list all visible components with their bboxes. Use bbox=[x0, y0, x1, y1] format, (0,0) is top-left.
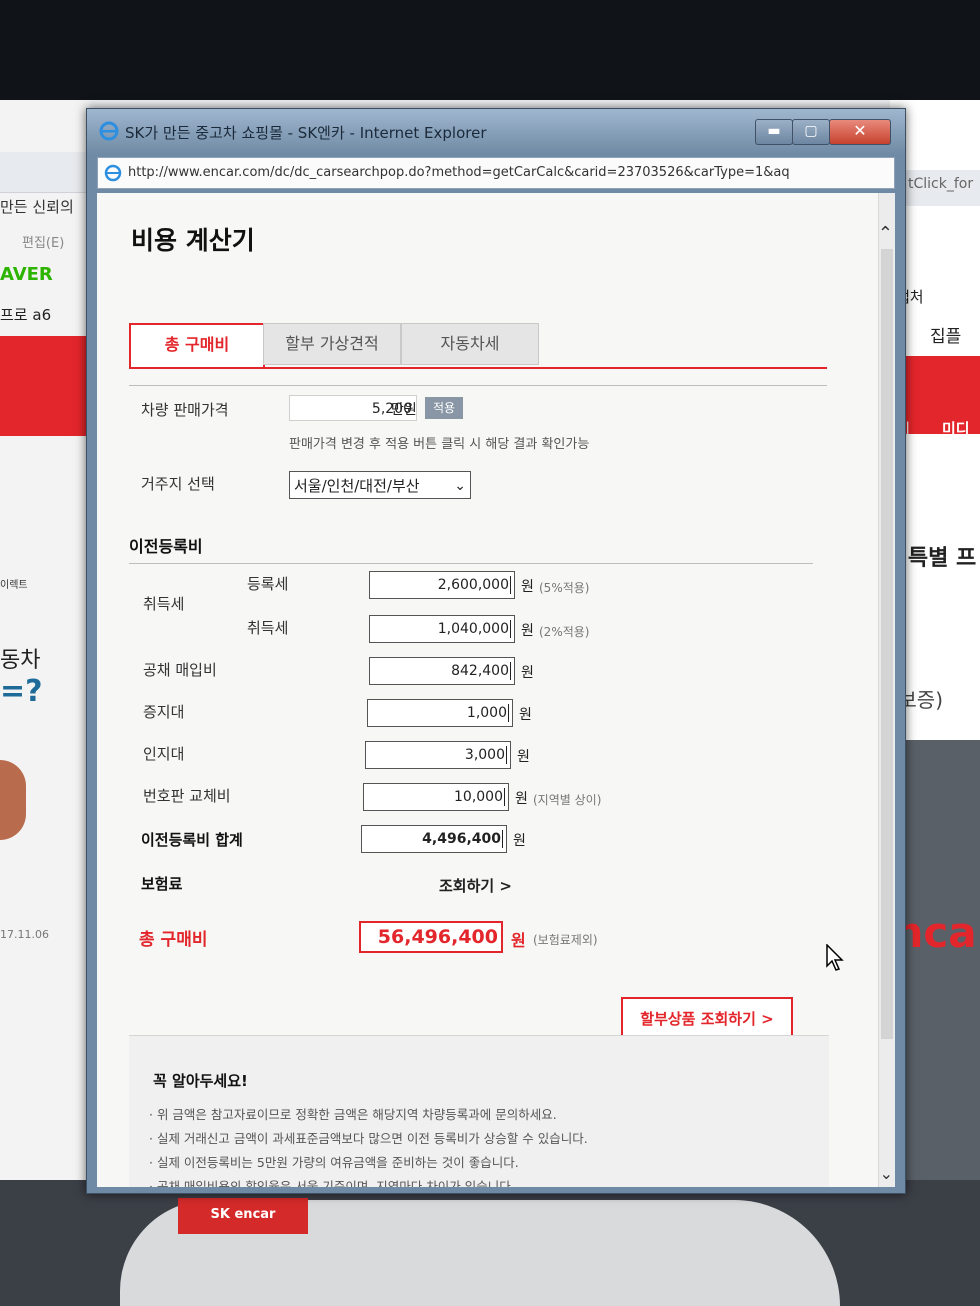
scrollbar-thumb[interactable] bbox=[881, 249, 893, 1039]
background-naver-logo: AVER bbox=[0, 264, 53, 285]
registration-tax-field[interactable]: 2,600,000 bbox=[369, 571, 515, 599]
close-button[interactable]: ✕ bbox=[829, 119, 891, 145]
won-unit: 원 bbox=[519, 707, 532, 723]
grand-total-label: 총 구매비 bbox=[139, 930, 208, 950]
chevron-down-icon: ⌄ bbox=[454, 478, 466, 494]
stamp-label: 인지대 bbox=[143, 745, 185, 763]
background-date: 17.11.06 bbox=[0, 928, 49, 941]
region-label: 거주지 선택 bbox=[141, 475, 215, 493]
notice-line: · 실제 거래신고 금액이 과세표준금액보다 많으면 이전 등록비가 상승할 수… bbox=[149, 1131, 588, 1146]
tab-car-tax[interactable]: 자동차세 bbox=[401, 323, 539, 365]
registration-tax-note: (5%적용) bbox=[539, 581, 590, 595]
background-text: 프로 a6 bbox=[0, 306, 52, 324]
plate-field[interactable]: 10,000 bbox=[363, 783, 509, 811]
notice-line: · 공채 매입비용의 할인율은 서울 기준이며, 지역마다 차이가 있습니다. bbox=[149, 1179, 515, 1187]
window-title: SK가 만든 중고차 쇼핑몰 - SK엔카 - Internet Explore… bbox=[125, 124, 487, 142]
scroll-up-icon[interactable]: ⌃ bbox=[878, 223, 893, 244]
window-titlebar[interactable]: SK가 만든 중고차 쇼핑몰 - SK엔카 - Internet Explore… bbox=[87, 109, 905, 155]
tab-total-purchase[interactable]: 총 구매비 bbox=[129, 323, 265, 367]
certificate-label: 증지대 bbox=[143, 703, 185, 721]
insurance-lookup-link[interactable]: 조회하기 > bbox=[439, 875, 512, 896]
grand-total-field: 56,496,400 bbox=[359, 921, 503, 953]
background-menu-edit: 편집(E) bbox=[22, 236, 65, 251]
notice-line: · 위 금액은 참고자료이므로 정확한 금액은 해당지역 차량등록과에 문의하세… bbox=[149, 1107, 557, 1122]
divider bbox=[129, 385, 827, 386]
won-unit: 원 bbox=[521, 623, 534, 639]
globe-icon bbox=[104, 164, 122, 182]
maximize-button[interactable]: ▢ bbox=[792, 119, 830, 145]
region-select[interactable]: 서울/인천/대전/부산 ⌄ bbox=[289, 471, 471, 499]
background-left-strip: 만든 신뢰의 편집(E) AVER 프로 a6 이렉트 동차 =? 17.11.… bbox=[0, 100, 90, 1306]
sale-price-unit: 만원 bbox=[391, 402, 417, 418]
background-text: 집플 bbox=[930, 327, 962, 347]
transfer-section-title: 이전등록비 bbox=[129, 537, 203, 556]
background-car-badge: SK encar bbox=[178, 1198, 308, 1234]
ie-logo-icon bbox=[99, 121, 119, 141]
transfer-total-field: 4,496,400 bbox=[361, 825, 507, 853]
insurance-label: 보험료 bbox=[141, 875, 183, 893]
background-red-banner bbox=[0, 336, 90, 436]
stamp-field[interactable]: 3,000 bbox=[365, 741, 511, 769]
region-select-value: 서울/인천/대전/부산 bbox=[294, 477, 420, 495]
divider bbox=[129, 563, 813, 564]
won-unit: 원 bbox=[511, 931, 526, 950]
certificate-field[interactable]: 1,000 bbox=[367, 699, 513, 727]
background-text: =? bbox=[0, 674, 43, 709]
minimize-button[interactable]: ▬ bbox=[755, 119, 793, 145]
tab-installment-estimate[interactable]: 할부 가상견적 bbox=[263, 323, 401, 365]
plate-label: 번호판 교체비 bbox=[143, 787, 231, 805]
vertical-scrollbar[interactable] bbox=[878, 193, 895, 1187]
sale-price-hint: 판매가격 변경 후 적용 버튼 클릭 시 해당 결과 확인가능 bbox=[289, 437, 590, 452]
notice-title: 꼭 알아두세요! bbox=[153, 1072, 248, 1090]
bond-label: 공채 매입비 bbox=[143, 661, 217, 679]
sale-price-label: 차량 판매가격 bbox=[141, 401, 229, 419]
background-toolbar bbox=[0, 152, 90, 193]
url-text[interactable]: http://www.encar.com/dc/dc_carsearchpop.… bbox=[128, 165, 890, 180]
background-car-banner: SK encar bbox=[0, 1180, 980, 1306]
won-unit: 원 bbox=[513, 833, 526, 849]
calculator-tabs: 총 구매비 할부 가상견적 자동차세 bbox=[129, 323, 829, 367]
background-text: 만든 신뢰의 bbox=[0, 198, 74, 216]
notice-line: · 실제 이전등록비는 5만원 가량의 여유금액을 준비하는 것이 좋습니다. bbox=[149, 1155, 519, 1170]
acquisition-tax-note: (2%적용) bbox=[539, 625, 590, 639]
grand-total-note: (보험료제외) bbox=[533, 933, 598, 947]
scroll-down-icon[interactable]: ⌄ bbox=[880, 1164, 893, 1183]
acquisition-tax-field[interactable]: 1,040,000 bbox=[369, 615, 515, 643]
bond-field[interactable]: 842,400 bbox=[369, 657, 515, 685]
background-text: 미디어 bbox=[942, 420, 970, 459]
won-unit: 원 bbox=[521, 579, 534, 595]
won-unit: 원 bbox=[521, 665, 534, 681]
won-unit: 원 bbox=[515, 791, 528, 807]
tab-underline bbox=[129, 367, 827, 369]
mouse-cursor-icon bbox=[826, 944, 844, 971]
acquisition-tax-label: 취득세 bbox=[247, 619, 289, 637]
notice-box: 꼭 알아두세요! · 위 금액은 참고자료이므로 정확한 금액은 해당지역 차량… bbox=[129, 1035, 829, 1187]
registration-tax-label: 등록세 bbox=[247, 575, 289, 593]
calculator-page: ⌃ ⌄ 비용 계산기 총 구매비 할부 가상견적 자동차세 차량 판매가격 5,… bbox=[97, 193, 895, 1187]
background-text: tClick_for bbox=[908, 176, 974, 192]
address-bar[interactable]: http://www.encar.com/dc/dc_carsearchpop.… bbox=[97, 157, 895, 189]
plate-note: (지역별 상이) bbox=[533, 793, 602, 807]
background-text: 이렉트 bbox=[0, 580, 28, 591]
won-unit: 원 bbox=[517, 749, 530, 765]
acquisition-group-label: 취득세 bbox=[143, 595, 185, 613]
installment-lookup-button[interactable]: 할부상품 조회하기 > bbox=[621, 997, 793, 1039]
background-text: 동차 bbox=[0, 648, 41, 673]
background-image bbox=[0, 760, 26, 840]
ie-popup-window: SK가 만든 중고차 쇼핑몰 - SK엔카 - Internet Explore… bbox=[86, 108, 906, 1194]
transfer-total-label: 이전등록비 합계 bbox=[141, 831, 243, 849]
apply-button[interactable]: 적용 bbox=[425, 397, 463, 419]
page-title: 비용 계산기 bbox=[131, 226, 255, 255]
